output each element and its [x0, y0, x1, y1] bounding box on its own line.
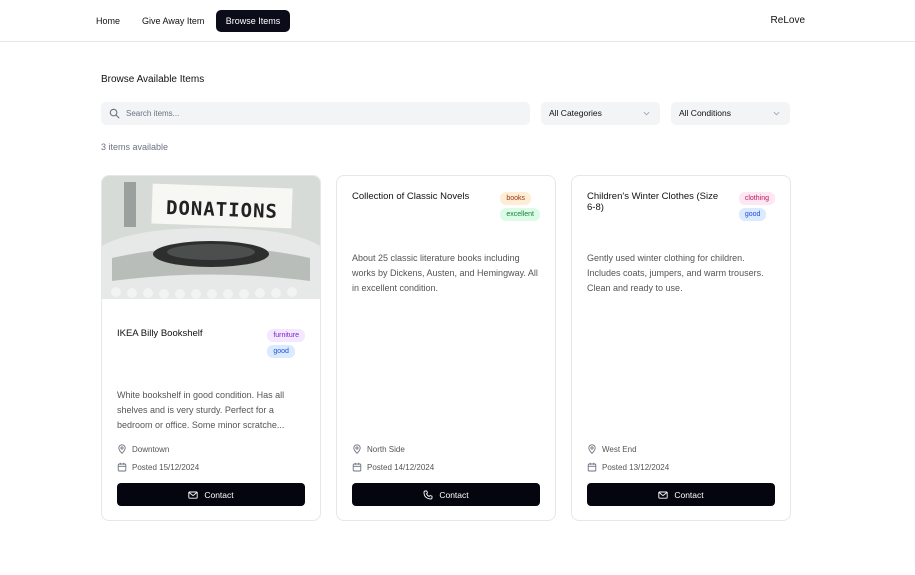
item-photo: DONATIONS: [102, 176, 320, 299]
calendar-icon: [352, 462, 362, 472]
search-bar[interactable]: [101, 102, 530, 125]
mail-icon: [658, 491, 668, 499]
nav-browse-items[interactable]: Browse Items: [216, 10, 290, 32]
posted-text: Posted 15/12/2024: [132, 462, 200, 472]
contact-label: Contact: [204, 489, 234, 500]
contact-label: Contact: [439, 489, 469, 500]
item-title: IKEA Billy Bookshelf: [117, 328, 203, 339]
item-location: North Side: [352, 444, 405, 454]
contact-button[interactable]: Contact: [587, 483, 775, 506]
page-title: Browse Available Items: [101, 74, 205, 85]
condition-badge: good: [738, 208, 767, 221]
nav-home[interactable]: Home: [96, 10, 120, 32]
item-posted-date: Posted 13/12/2024: [587, 462, 669, 472]
category-select-value: All Categories: [549, 108, 602, 118]
posted-text: Posted 14/12/2024: [367, 462, 435, 472]
category-badge: books: [500, 192, 532, 205]
nav-give-away-item[interactable]: Give Away Item: [142, 10, 204, 32]
calendar-icon: [587, 462, 597, 472]
item-title: Collection of Classic Novels: [352, 191, 470, 202]
photo-caption: DONATIONS: [165, 197, 279, 223]
location-text: West End: [602, 444, 637, 454]
condition-badge: good: [267, 345, 295, 358]
item-posted-date: Posted 14/12/2024: [352, 462, 434, 472]
condition-select[interactable]: All Conditions: [671, 102, 790, 125]
item-card[interactable]: Children's Winter Clothes (Size 6-8) clo…: [571, 175, 791, 521]
item-location: Downtown: [117, 444, 169, 454]
category-select[interactable]: All Categories: [541, 102, 660, 125]
condition-badge: excellent: [500, 208, 540, 221]
category-badge: furniture: [267, 329, 305, 342]
map-pin-icon: [353, 444, 361, 454]
item-badges: furniture good: [267, 329, 305, 358]
items-count: 3 items available: [101, 142, 169, 152]
top-navigation: Home Give Away Item Browse Items ReLove: [0, 0, 915, 42]
mail-icon: [188, 491, 198, 499]
item-card[interactable]: DONATIONS IKEA Billy Bookshelf furniture…: [101, 175, 321, 521]
posted-text: Posted 13/12/2024: [602, 462, 670, 472]
map-pin-icon: [588, 444, 596, 454]
location-text: North Side: [367, 444, 405, 454]
search-input[interactable]: [126, 102, 521, 125]
item-description: About 25 classic literature books includ…: [352, 253, 538, 293]
chevron-down-icon: [643, 111, 650, 116]
chevron-down-icon: [773, 111, 780, 116]
item-badges: books excellent: [500, 192, 540, 221]
calendar-icon: [117, 462, 127, 472]
map-pin-icon: [118, 444, 126, 454]
item-badges: clothing good: [738, 192, 775, 221]
category-badge: clothing: [738, 192, 775, 205]
item-posted-date: Posted 15/12/2024: [117, 462, 199, 472]
item-location: West End: [587, 444, 637, 454]
contact-button[interactable]: Contact: [352, 483, 540, 506]
search-icon: [109, 108, 120, 119]
item-description: White bookshelf in good condition. Has a…: [117, 390, 285, 430]
item-description: Gently used winter clothing for children…: [587, 253, 764, 293]
item-card[interactable]: Collection of Classic Novels books excel…: [336, 175, 556, 521]
item-title: Children's Winter Clothes (Size 6-8): [587, 191, 719, 213]
location-text: Downtown: [132, 444, 170, 454]
condition-select-value: All Conditions: [679, 108, 731, 118]
contact-label: Contact: [674, 489, 704, 500]
contact-button[interactable]: Contact: [117, 483, 305, 506]
phone-icon: [423, 490, 433, 499]
brand-logo[interactable]: ReLove: [771, 10, 805, 32]
